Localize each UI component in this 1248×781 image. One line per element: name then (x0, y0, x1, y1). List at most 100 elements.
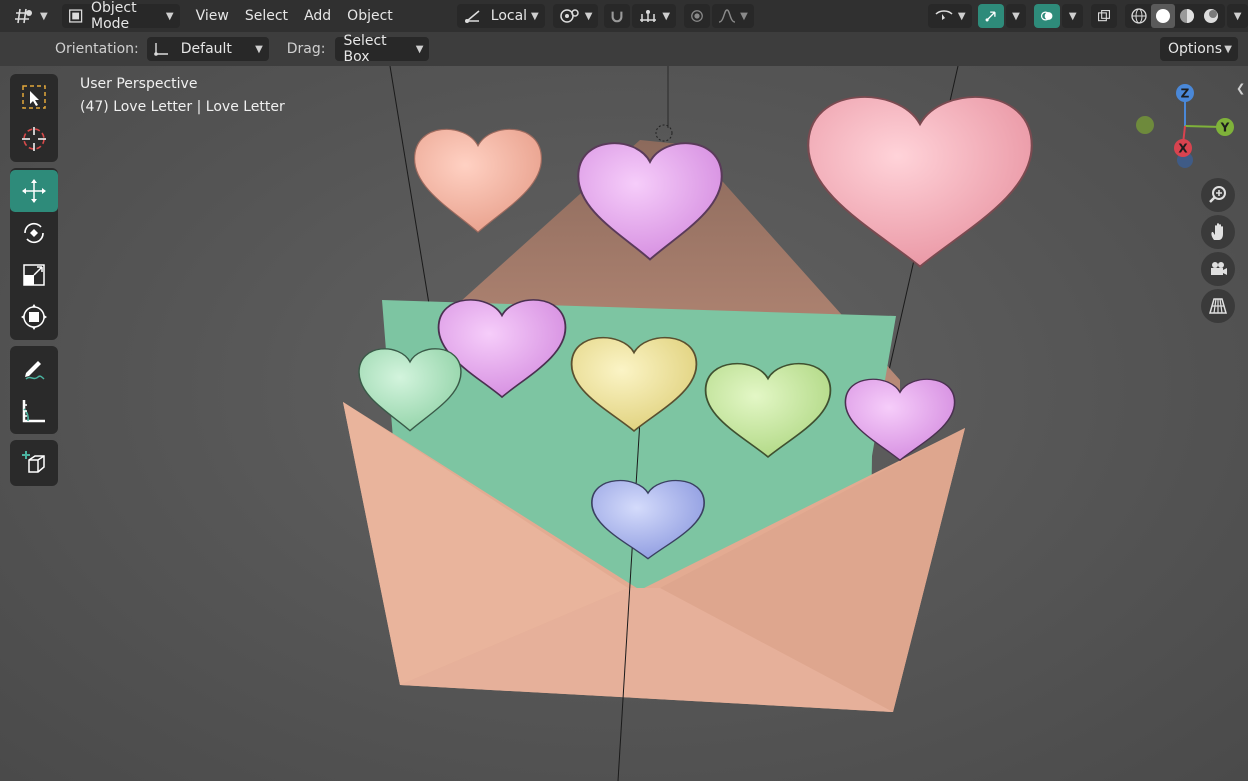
add-cube-tool[interactable] (10, 442, 58, 484)
xray-toggle[interactable] (1091, 4, 1118, 28)
menu-select[interactable]: Select (237, 4, 296, 28)
measure-tool[interactable] (10, 390, 58, 432)
gizmo-icon (985, 11, 996, 22)
chevron-down-icon: ▼ (415, 43, 424, 55)
pan-view-button[interactable] (1201, 215, 1235, 249)
overlays-toggle[interactable] (1034, 4, 1061, 28)
tool-group-select (10, 74, 58, 162)
tool-shelf (10, 74, 58, 492)
options-label: Options (1168, 41, 1223, 57)
cursor-visibility-icon (935, 10, 953, 22)
menu-add[interactable]: Add (296, 4, 339, 28)
zoom-view-button[interactable] (1201, 178, 1235, 212)
tool-group-annotate (10, 346, 58, 434)
tool-group-add (10, 440, 58, 486)
options-dropdown[interactable]: Options ▼ (1160, 37, 1238, 61)
scene-render[interactable] (0, 66, 1248, 781)
rendered-sphere-icon (1204, 9, 1219, 23)
snap-toggle[interactable] (604, 4, 631, 28)
drag-dropdown[interactable]: Select Box ▼ (335, 33, 430, 65)
3d-cursor-icon (22, 127, 46, 151)
orientation-label: Local (490, 8, 528, 24)
rendered-shading-button[interactable] (1199, 7, 1223, 25)
perspective-toggle-button[interactable] (1201, 289, 1235, 323)
sidebar-toggle-arrow[interactable]: ❮ (1236, 82, 1248, 102)
proportional-edit-icon (691, 10, 703, 22)
falloff-curve-icon (718, 9, 736, 23)
wireframe-shading-button[interactable] (1127, 7, 1151, 25)
snap-target-dropdown[interactable]: ▼ (632, 4, 677, 28)
select-box-tool[interactable] (10, 76, 58, 118)
chevron-down-icon: ▼ (1224, 43, 1232, 55)
chevron-down-icon: ▼ (662, 10, 671, 22)
drag-text: Drag: (286, 41, 326, 57)
wireframe-sphere-icon (1131, 8, 1147, 24)
mode-dropdown[interactable]: Object Mode ▼ (61, 0, 180, 32)
menu-view[interactable]: View (188, 4, 237, 28)
add-cube-icon (22, 451, 45, 473)
orientation-text: Orientation: (55, 41, 139, 57)
annotate-pencil-icon (25, 361, 45, 380)
z-axis-label: Z (1181, 87, 1190, 101)
light-object-icon (655, 124, 673, 142)
editor-type-icon (15, 8, 32, 24)
chevron-down-icon: ▼ (40, 10, 48, 22)
overlays-icon (1041, 11, 1053, 21)
ruler-icon (22, 400, 45, 423)
transform-orientation-dropdown[interactable]: Local ▼ (456, 4, 545, 28)
cursor-tool[interactable] (10, 118, 58, 160)
move-arrows-icon (22, 179, 46, 203)
chevron-down-icon: ▼ (165, 10, 174, 22)
pivot-icon (559, 9, 579, 23)
tool-group-transform (10, 168, 58, 340)
chevron-down-icon: ▼ (740, 10, 748, 22)
rotate-icon (24, 222, 44, 244)
transform-tool[interactable] (10, 296, 58, 338)
pivot-point-dropdown[interactable]: ▼ (552, 4, 599, 28)
chevron-down-icon: ▼ (1233, 10, 1242, 22)
transform-icon (21, 304, 47, 330)
falloff-dropdown[interactable]: ▼ (712, 4, 754, 28)
selectability-visibility-dropdown[interactable]: ▼ (927, 4, 972, 28)
y-axis-label: Y (1220, 121, 1230, 135)
navigation-gizmo[interactable]: Z Y X (1128, 82, 1240, 172)
rotate-tool[interactable] (10, 212, 58, 254)
xray-icon (1098, 10, 1111, 22)
3d-viewport[interactable]: User Perspective (47) Love Letter | Love… (0, 66, 1248, 781)
global-axes-icon (153, 43, 168, 56)
orientation-dropdown[interactable]: Default ▼ (146, 37, 269, 61)
annotate-tool[interactable] (10, 348, 58, 390)
grid-perspective-icon (1209, 298, 1227, 314)
editor-type-button[interactable]: ▼ (8, 4, 54, 28)
menu-object[interactable]: Object (339, 4, 401, 28)
hand-icon (1211, 223, 1223, 240)
magnet-icon (611, 11, 623, 23)
mode-label: Object Mode (91, 0, 137, 32)
local-axes-icon (464, 10, 480, 23)
neg-y-axis-ball[interactable] (1136, 116, 1154, 134)
chevron-down-icon: ▼ (584, 10, 593, 22)
material-sphere-icon (1180, 9, 1195, 23)
orientation-value: Default (180, 41, 232, 57)
chevron-down-icon: ▼ (957, 10, 966, 22)
gizmo-dropdown[interactable]: ▼ (1005, 4, 1027, 28)
overlays-dropdown[interactable]: ▼ (1062, 4, 1084, 28)
zoom-icon (1209, 186, 1226, 203)
camera-view-button[interactable] (1201, 252, 1235, 286)
wire-line (389, 66, 431, 311)
x-axis-label: X (1178, 142, 1188, 156)
move-tool[interactable] (10, 170, 58, 212)
gizmo-toggle[interactable] (977, 4, 1004, 28)
view-perspective-label: User Perspective (80, 76, 198, 92)
heart-pink-large (807, 95, 1033, 268)
active-object-info: (47) Love Letter | Love Letter (80, 99, 285, 115)
chevron-down-icon: ▼ (1068, 10, 1077, 22)
material-shading-button[interactable] (1175, 7, 1199, 25)
chevron-down-icon: ▼ (255, 43, 263, 55)
object-mode-icon (68, 9, 82, 23)
camera-icon (1211, 262, 1227, 275)
proportional-editing-toggle[interactable] (684, 4, 711, 28)
shading-dropdown[interactable]: ▼ (1227, 4, 1248, 28)
scale-tool[interactable] (10, 254, 58, 296)
solid-shading-button[interactable] (1151, 4, 1176, 28)
